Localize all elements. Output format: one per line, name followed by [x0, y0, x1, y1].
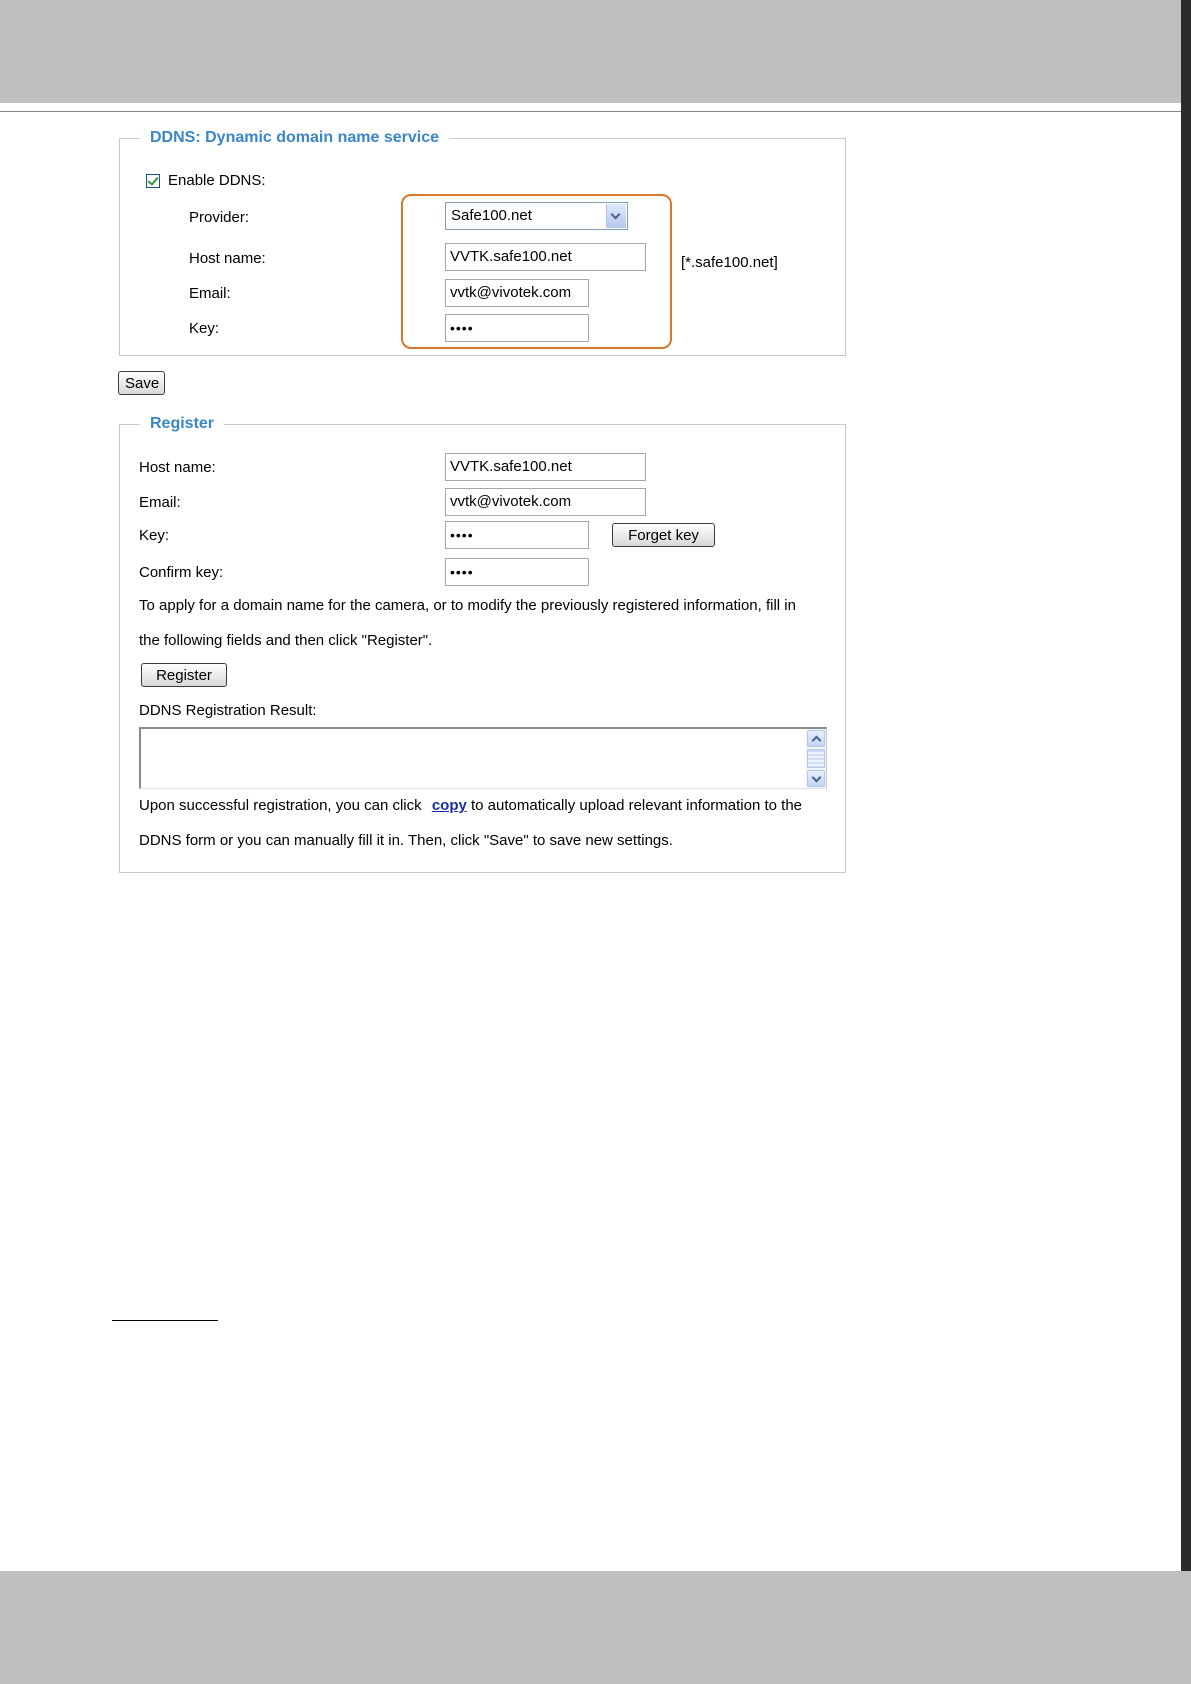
enable-ddns-checkbox[interactable]	[146, 174, 160, 188]
register-hostname-label: Host name:	[139, 459, 216, 476]
register-button[interactable]: Register	[141, 663, 227, 687]
chevron-down-icon[interactable]	[606, 204, 626, 228]
provider-select-value: Safe100.net	[451, 207, 532, 224]
register-fieldset: Register Host name: VVTK.safe100.net Ema…	[119, 413, 846, 873]
register-email-field[interactable]: vvtk@vivotek.com	[445, 488, 646, 516]
copy-link[interactable]: copy	[432, 797, 467, 814]
instruction-line-2: the following fields and then click "Reg…	[139, 632, 433, 649]
register-key-label: Key:	[139, 527, 170, 544]
result-label: DDNS Registration Result:	[139, 702, 317, 719]
scrollbar-thumb[interactable]	[807, 749, 825, 768]
result-textarea[interactable]	[139, 727, 827, 789]
hostname-label: Host name:	[189, 250, 266, 267]
copy-note-suffix: to automatically upload relevant informa…	[471, 797, 803, 814]
page-footer-band	[0, 1571, 1191, 1684]
forget-key-button[interactable]: Forget key	[612, 523, 715, 547]
instruction-line-1: To apply for a domain name for the camer…	[139, 597, 796, 614]
save-button[interactable]: Save	[118, 371, 165, 395]
header-divider	[0, 111, 1191, 112]
page-header-band	[0, 0, 1191, 103]
hostname-field[interactable]: VVTK.safe100.net	[445, 243, 646, 271]
chevron-down-icon[interactable]	[807, 770, 825, 787]
footnote-divider	[112, 1320, 218, 1321]
key-field[interactable]: ••••	[445, 314, 589, 342]
ddns-legend: DDNS: Dynamic domain name service	[140, 127, 449, 149]
page-edge-bar	[1181, 0, 1191, 1684]
hostname-suffix: [*.safe100.net]	[681, 254, 778, 271]
register-email-label: Email:	[139, 494, 181, 511]
provider-label: Provider:	[189, 209, 250, 226]
copy-note-prefix: Upon successful registration, you can cl…	[139, 797, 422, 814]
enable-ddns-label: Enable DDNS:	[168, 172, 266, 189]
email-label: Email:	[189, 285, 231, 302]
provider-select[interactable]: Safe100.net	[445, 202, 628, 230]
copy-note-line-2: DDNS form or you can manually fill it in…	[139, 832, 673, 849]
chevron-up-icon[interactable]	[807, 730, 825, 747]
copy-note-line-1: Upon successful registration, you can cl…	[139, 797, 802, 815]
register-legend: Register	[140, 413, 225, 435]
confirm-key-label: Confirm key:	[139, 564, 224, 581]
register-key-field[interactable]: ••••	[445, 521, 589, 549]
key-label: Key:	[189, 320, 220, 337]
email-field[interactable]: vvtk@vivotek.com	[445, 279, 589, 307]
ddns-fieldset: DDNS: Dynamic domain name service Enable…	[119, 127, 846, 356]
confirm-key-field[interactable]: ••••	[445, 558, 589, 586]
result-scrollbar[interactable]	[806, 729, 826, 788]
register-hostname-field[interactable]: VVTK.safe100.net	[445, 453, 646, 481]
